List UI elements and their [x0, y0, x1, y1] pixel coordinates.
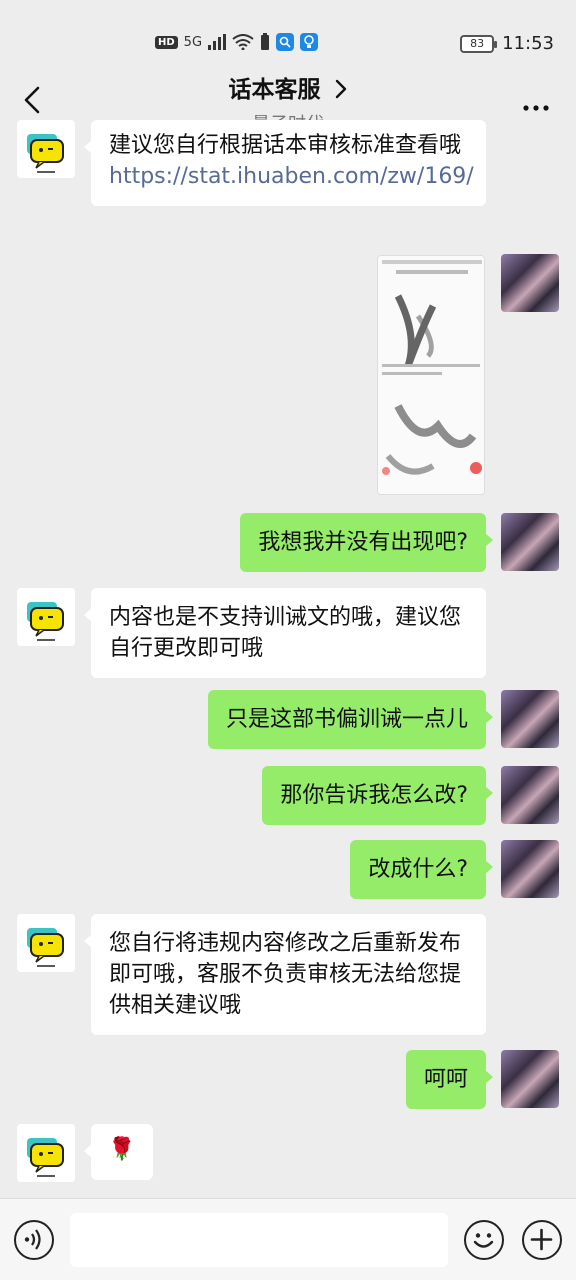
chevron-right-icon[interactable]: [334, 78, 348, 100]
message-link[interactable]: https://stat.ihuaben.com/zw/169/: [109, 164, 474, 189]
hd-badge: HD: [155, 35, 178, 49]
message-text: 呵呵: [423, 1067, 468, 1092]
message-text: 内容也是不支持训诫文的哦，建议您自行更改即可哦: [109, 605, 462, 661]
service-avatar[interactable]: [17, 588, 75, 646]
search-app-icon: [276, 33, 295, 51]
service-avatar[interactable]: [17, 1124, 75, 1182]
service-avatar[interactable]: [17, 120, 75, 178]
message-input[interactable]: [70, 1213, 448, 1267]
message-text: 我想我并没有出现吧?: [258, 530, 468, 555]
service-avatar[interactable]: [17, 914, 75, 972]
message-text: 改成什么?: [368, 857, 468, 882]
battery-saver-icon: [261, 33, 270, 50]
user-avatar[interactable]: [501, 766, 559, 824]
image-message[interactable]: [377, 255, 485, 495]
message-bubble[interactable]: 🌹: [84, 1124, 153, 1180]
emoji-icon[interactable]: [464, 1220, 504, 1260]
message-bubble[interactable]: 只是这部书偏训诫一点儿: [207, 690, 494, 749]
bulb-app-icon: [300, 33, 319, 51]
message-bubble[interactable]: 内容也是不支持训诫文的哦，建议您自行更改即可哦: [84, 588, 486, 678]
user-avatar[interactable]: [501, 690, 559, 748]
input-bar: [0, 1198, 576, 1280]
status-bar: HD 5G 83 11:53: [0, 0, 576, 60]
message-text: 那你告诉我怎么改?: [280, 783, 468, 808]
message-bubble[interactable]: 您自行将违规内容修改之后重新发布即可哦，客服不负责审核无法给您提供相关建议哦: [84, 914, 486, 1035]
user-avatar[interactable]: [501, 254, 559, 312]
signal-icon: [208, 34, 227, 50]
message-bubble[interactable]: 改成什么?: [350, 840, 493, 899]
message-bubble[interactable]: 那你告诉我怎么改?: [262, 766, 493, 825]
more-icon[interactable]: [522, 90, 550, 118]
message-text: 建议您自行根据话本审核标准查看哦: [109, 133, 462, 158]
plus-icon[interactable]: [522, 1220, 562, 1260]
voice-icon[interactable]: [14, 1220, 54, 1260]
user-avatar[interactable]: [501, 513, 559, 571]
battery-icon: 83: [460, 34, 498, 53]
user-avatar[interactable]: [501, 840, 559, 898]
status-indicators: HD 5G: [155, 33, 319, 51]
rose-emoji: 🌹: [108, 1137, 136, 1162]
user-avatar[interactable]: [501, 1050, 559, 1108]
clock: 11:53: [502, 33, 554, 54]
status-right: 83 11:53: [460, 33, 554, 54]
message-bubble[interactable]: 呵呵: [405, 1050, 494, 1109]
message-bubble[interactable]: 我想我并没有出现吧?: [240, 513, 493, 572]
message-text: 您自行将违规内容修改之后重新发布即可哦，客服不负责审核无法给您提供相关建议哦: [109, 931, 462, 1018]
chat-title[interactable]: 话本客服: [228, 77, 320, 103]
message-bubble[interactable]: 建议您自行根据话本审核标准查看哦 https://stat.ihuaben.co…: [84, 120, 486, 206]
message-text: 只是这部书偏训诫一点儿: [225, 707, 468, 732]
wifi-icon: [232, 34, 254, 50]
network-label: 5G: [183, 34, 203, 50]
